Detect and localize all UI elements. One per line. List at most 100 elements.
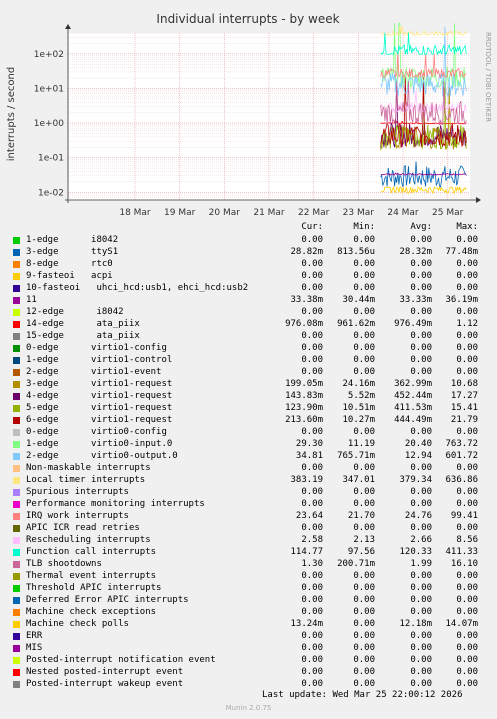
legend-row: APIC ICR read retries 0.00 0.00 0.00 0.00	[0, 522, 497, 534]
legend-row: Non-maskable interrupts 0.00 0.00 0.00 0.00	[0, 462, 497, 474]
legend-cur-value: 0.00	[301, 595, 323, 605]
y-tick-label: 1e-01	[38, 154, 64, 164]
legend-row: TLB shootdowns 1.30 200.71m 1.99 16.10	[0, 558, 497, 570]
legend-cur-value: 0.00	[301, 259, 323, 269]
legend-swatch	[13, 237, 20, 244]
legend-label: Spurious interrupts	[26, 487, 129, 497]
legend-min-value: 813.56u	[337, 247, 375, 257]
legend-max-value: 0.00	[456, 499, 478, 509]
legend-max-value: 0.00	[456, 631, 478, 641]
legend-label: 14-edge ata_piix	[26, 319, 140, 329]
legend-cur-value: 0.00	[301, 571, 323, 581]
legend-min-value: 765.71m	[337, 451, 375, 461]
legend-row: 3-edge virtio1-request 199.05m 24.16m 362.9…	[0, 378, 497, 390]
legend-max-value: 411.33	[445, 547, 478, 557]
legend-swatch	[13, 393, 20, 400]
legend-swatch	[13, 357, 20, 364]
legend-label: Non-maskable interrupts	[26, 463, 151, 473]
legend-min-value: 0.00	[353, 235, 375, 245]
legend-max-value: 0.00	[456, 571, 478, 581]
legend-max-value: 0.00	[456, 355, 478, 365]
legend-swatch	[13, 513, 20, 520]
legend-max-value: 1.12	[456, 319, 478, 329]
legend-row: Posted-interrupt wakeup event 0.00 0.00 0.0…	[0, 678, 497, 690]
legend-row: 4-edge virtio1-request 143.83m 5.52m 452.44…	[0, 390, 497, 402]
legend-label: 8-edge rtc0	[26, 259, 113, 269]
legend-min-value: 0.00	[353, 523, 375, 533]
legend-cur-value: 0.00	[301, 667, 323, 677]
legend-swatch	[13, 261, 20, 268]
legend-min-value: 0.00	[353, 271, 375, 281]
x-tick-label: 19 Mar	[164, 208, 196, 218]
legend-row: 2-edge virtio0-output.0 34.81 765.71m 12.94…	[0, 450, 497, 462]
legend-cur-value: 143.83m	[285, 391, 323, 401]
legend-cur-value: 1.30	[301, 559, 323, 569]
legend-swatch	[13, 501, 20, 508]
legend-max-value: 0.00	[456, 427, 478, 437]
legend-row: Deferred Error APIC interrupts 0.00 0.00 0.…	[0, 594, 497, 606]
legend-cur-value: 2.58	[301, 535, 323, 545]
legend-cur-value: 28.82m	[290, 247, 323, 257]
legend-row: Performance monitoring interrupts 0.00 0.0…	[0, 498, 497, 510]
legend-max-value: 0.00	[456, 367, 478, 377]
column-max: Max:	[456, 222, 478, 232]
legend-row: 5-edge virtio1-request 123.90m 10.51m 411.5…	[0, 402, 497, 414]
legend-cur-value: 0.00	[301, 271, 323, 281]
legend-cur-value: 0.00	[301, 607, 323, 617]
legend-min-value: 0.00	[353, 667, 375, 677]
legend-max-value: 0.00	[456, 679, 478, 689]
legend-label: Rescheduling interrupts	[26, 535, 151, 545]
legend-max-value: 0.00	[456, 583, 478, 593]
legend-min-value: 10.51m	[342, 403, 375, 413]
legend-cur-value: 199.05m	[285, 379, 323, 389]
legend-label: 6-edge virtio1-request	[26, 415, 173, 425]
legend-max-value: 15.41	[450, 403, 478, 413]
legend-max-value: 8.56	[456, 535, 478, 545]
legend-label: Machine check polls	[26, 619, 129, 629]
legend-cur-value: 0.00	[301, 355, 323, 365]
legend-max-value: 0.00	[456, 343, 478, 353]
legend-max-value: 0.00	[456, 523, 478, 533]
x-tick-label: 20 Mar	[209, 208, 241, 218]
legend-cur-value: 23.64	[295, 511, 323, 521]
legend-label: 1-edge i8042	[26, 235, 119, 245]
legend-row: Spurious interrupts 0.00 0.00 0.00 0.00	[0, 486, 497, 498]
legend-max-value: 0.00	[456, 487, 478, 497]
legend-cur-value: 0.00	[301, 343, 323, 353]
legend-label: 3-edge virtio1-request	[26, 379, 173, 389]
chart-title: Individual interrupts - by week	[156, 12, 339, 26]
legend-cur-value: 33.38m	[290, 295, 323, 305]
legend-cur-value: 0.00	[301, 307, 323, 317]
legend-row: ERR 0.00 0.00 0.00 0.00	[0, 630, 497, 642]
legend-row: Thermal event interrupts 0.00 0.00 0.00 0.00	[0, 570, 497, 582]
legend-min-value: 0.00	[353, 463, 375, 473]
y-axis-arrow	[65, 24, 71, 29]
legend-row: Machine check exceptions 0.00 0.00 0.00 0.00	[0, 606, 497, 618]
legend-max-value: 0.00	[456, 607, 478, 617]
legend-max-value: 0.00	[456, 259, 478, 269]
legend-swatch	[13, 561, 20, 568]
legend-swatch	[13, 657, 20, 664]
legend-row: 0-edge virtio0-config 0.00 0.00 0.00 0.00	[0, 426, 497, 438]
legend-label: Function call interrupts	[26, 547, 157, 557]
legend-min-value: 0.00	[353, 367, 375, 377]
legend-swatch	[13, 489, 20, 496]
legend-row: 6-edge virtio1-request 213.60m 10.27m 444.4…	[0, 414, 497, 426]
y-tick-label: 1e+01	[34, 84, 64, 94]
legend-min-value: 10.27m	[342, 415, 375, 425]
legend-min-value: 0.00	[353, 595, 375, 605]
legend-row: MIS 0.00 0.00 0.00 0.00	[0, 642, 497, 654]
legend-label: 2-edge virtio1-event	[26, 367, 162, 377]
legend-label: Local timer interrupts	[26, 475, 146, 485]
legend-min-value: 0.00	[353, 259, 375, 269]
x-axis-arrow	[476, 197, 481, 203]
legend-swatch	[13, 681, 20, 688]
legend-row: 14-edge ata_piix 976.08m 961.62m 976.49m 1.1…	[0, 318, 497, 330]
legend-cur-value: 0.00	[301, 235, 323, 245]
legend-label: Posted-interrupt wakeup event	[26, 679, 184, 689]
legend-min-value: 0.00	[353, 583, 375, 593]
legend-label: Machine check exceptions	[26, 607, 157, 617]
legend-row: Rescheduling interrupts 2.58 2.13 2.66 8.56	[0, 534, 497, 546]
y-axis-label: interrupts / second	[6, 67, 17, 161]
x-tick-label: 25 Mar	[432, 208, 464, 218]
